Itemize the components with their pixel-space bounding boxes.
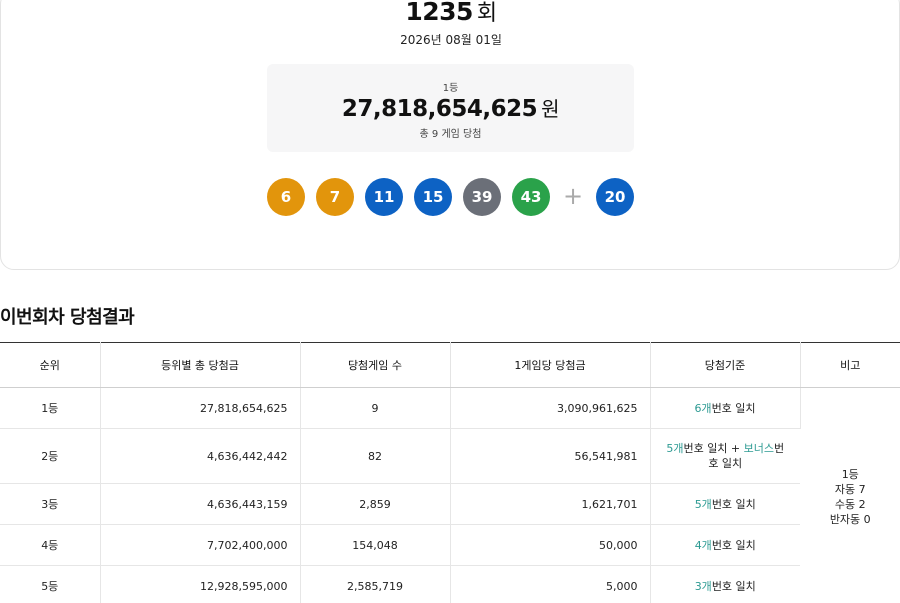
remarks-cell: 1등 자동 7 수동 2 반자동 0: [800, 387, 900, 603]
games-cell: 82: [300, 428, 451, 484]
remark-line: 1등: [841, 468, 859, 481]
table-row: 2등 4,636,442,442 82 56,541,981 5개번호 일치 +…: [0, 428, 900, 484]
criteria-cell: 3개번호 일치: [650, 565, 800, 603]
per-game-cell: 1,621,701: [450, 483, 651, 525]
total-prize-cell: 4,636,443,159: [100, 483, 301, 525]
games-cell: 2,859: [300, 483, 451, 525]
round-title: 1235 회: [1, 0, 900, 27]
total-prize-cell: 7,702,400,000: [100, 524, 301, 566]
prize-currency: 원: [541, 97, 560, 121]
criteria-text: 번호 일치: [683, 442, 728, 455]
draw-summary-card: 1235 회 2026년 08월 01일 1등 27,818,654,625 원 총…: [0, 0, 900, 270]
table-row: 4등 7,702,400,000 154,048 50,000 4개번호 일치: [0, 524, 900, 566]
prize-rank: 1등: [442, 83, 459, 94]
total-prize-cell: 4,636,442,442: [100, 428, 301, 484]
round-number: 1235: [405, 0, 473, 26]
plus-icon: +: [562, 182, 584, 210]
winning-numbers: 6 7 11 15 39 43 + 20: [1, 178, 900, 216]
criteria-count: 3개: [694, 580, 712, 593]
winning-ball: 43: [512, 178, 550, 216]
criteria-bonus-word: 보너스: [743, 442, 775, 455]
criteria-text: 번호 일치: [711, 580, 756, 593]
winning-ball: 6: [267, 178, 305, 216]
remark-line: 수동 2: [834, 498, 866, 511]
header-remarks: 비고: [800, 342, 900, 388]
total-prize-cell: 12,928,595,000: [100, 565, 301, 603]
header-rank: 순위: [0, 342, 101, 388]
winning-ball: 7: [316, 178, 354, 216]
criteria-text: 번호 일치: [711, 539, 756, 552]
criteria-count: 5개: [666, 442, 684, 455]
winner-count: 총 9 게임 당첨: [419, 129, 482, 140]
rank-cell: 2등: [0, 428, 101, 484]
bonus-ball: 20: [596, 178, 634, 216]
table-row: 1등 27,818,654,625 9 3,090,961,625 6개번호 일…: [0, 387, 900, 603]
criteria-plus: +: [727, 442, 744, 455]
table-row: 3등 4,636,443,159 2,859 1,621,701 5개번호 일치: [0, 483, 900, 525]
per-game-cell: 3,090,961,625: [450, 387, 651, 429]
section-title: 이번회차 당첨결과: [0, 307, 135, 328]
remark-line: 반자동 0: [829, 513, 871, 526]
rank-cell: 3등: [0, 483, 101, 525]
remark-line: 자동 7: [834, 483, 866, 496]
header-total-prize: 등위별 총 당첨금: [100, 342, 301, 388]
round-unit: 회: [476, 1, 497, 26]
header-criteria: 당첨기준: [650, 342, 801, 388]
rank-cell: 1등: [0, 387, 101, 429]
header-winning-games: 당첨게임 수: [300, 342, 451, 388]
rank-cell: 5등: [0, 565, 101, 603]
criteria-count: 5개: [694, 498, 712, 511]
table-row: 5등 12,928,595,000 2,585,719 5,000 3개번호 일…: [0, 565, 900, 603]
rank-cell: 4등: [0, 524, 101, 566]
criteria-count: 4개: [694, 539, 712, 552]
per-game-cell: 56,541,981: [450, 428, 651, 484]
criteria-text: 번호 일치: [711, 402, 756, 415]
prize-amount: 27,818,654,625 원: [267, 93, 634, 122]
criteria-cell: 5개번호 일치 + 보너스번호 일치: [650, 428, 800, 484]
per-game-cell: 50,000: [450, 524, 651, 566]
winning-ball: 11: [365, 178, 403, 216]
games-cell: 2,585,719: [300, 565, 451, 603]
criteria-cell: 5개번호 일치: [650, 483, 800, 525]
first-prize-box: 1등 27,818,654,625 원 총 9 게임 당첨: [267, 64, 634, 152]
prize-amount-value: 27,818,654,625: [341, 96, 538, 122]
header-per-game-prize: 1게임당 당첨금: [450, 342, 651, 388]
criteria-count: 6개: [694, 402, 712, 415]
per-game-cell: 5,000: [450, 565, 651, 603]
criteria-cell: 6개번호 일치: [650, 387, 801, 429]
results-table: 순위 등위별 총 당첨금 당첨게임 수 1게임당 당첨금 당첨기준 비고 1등 …: [0, 342, 900, 603]
games-cell: 154,048: [300, 524, 451, 566]
table-header-row: 순위 등위별 총 당첨금 당첨게임 수 1게임당 당첨금 당첨기준 비고: [0, 342, 900, 388]
winning-ball: 15: [414, 178, 452, 216]
criteria-text: 번호 일치: [711, 498, 756, 511]
games-cell: 9: [300, 387, 451, 429]
total-prize-cell: 27,818,654,625: [100, 387, 301, 429]
criteria-cell: 4개번호 일치: [650, 524, 800, 566]
winning-ball: 39: [463, 178, 501, 216]
draw-date: 2026년 08월 01일: [400, 33, 502, 47]
